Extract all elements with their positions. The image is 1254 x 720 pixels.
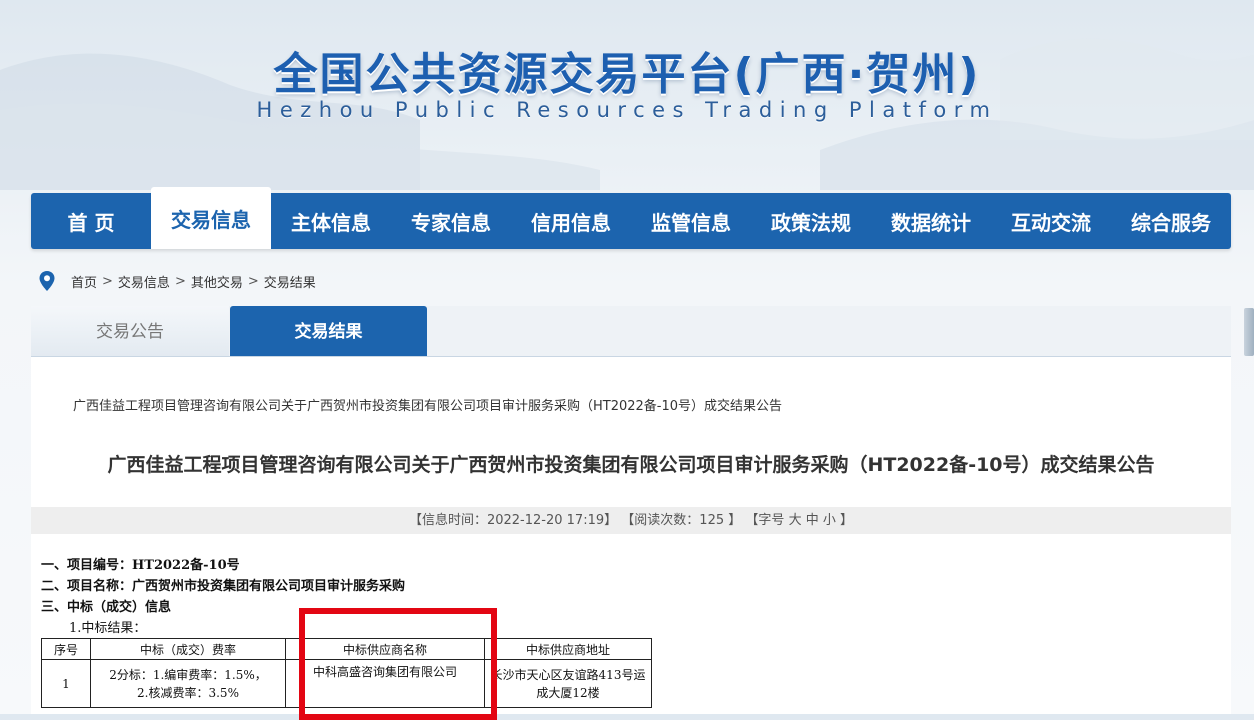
nav-services[interactable]: 综合服务 bbox=[1111, 193, 1231, 249]
breadcrumb-trade-info[interactable]: 交易信息 bbox=[118, 272, 170, 291]
info-time: 2022-12-20 17:19 bbox=[486, 513, 605, 528]
award-info-heading: 三、中标（成交）信息 bbox=[41, 600, 172, 615]
breadcrumb-home[interactable]: 首页 bbox=[71, 272, 97, 291]
nav-policy[interactable]: 政策法规 bbox=[751, 193, 871, 249]
font-size-large-link[interactable]: 大 bbox=[789, 513, 802, 528]
breadcrumb: 首页 > 交易信息 > 其他交易 > 交易结果 bbox=[37, 270, 316, 292]
rate-line-1: 2分标：1.编审费率：1.5%， bbox=[109, 667, 267, 682]
nav-trade-info[interactable]: 交易信息 bbox=[151, 187, 271, 249]
award-result-label: 1.中标结果： bbox=[69, 621, 147, 636]
table-row: 1 2分标：1.编审费率：1.5%， 2.核减费率：3.5% 中科高盛咨询集团有… bbox=[41, 659, 652, 708]
project-number-line: 一、项目编号：HT2022备-10号 bbox=[41, 558, 240, 573]
breadcrumb-separator: > bbox=[247, 273, 259, 289]
rate-line-2: 2.核减费率：3.5% bbox=[137, 685, 239, 700]
table-header-cell: 中标供应商地址 bbox=[484, 638, 652, 660]
article-small-title: 广西佳益工程项目管理咨询有限公司关于广西贺州市投资集团有限公司项目审计服务采购（… bbox=[73, 399, 783, 414]
table-header-cell: 序号 bbox=[41, 638, 91, 660]
tab-trade-announcement[interactable]: 交易公告 bbox=[31, 306, 229, 356]
breadcrumb-trade-result[interactable]: 交易结果 bbox=[264, 272, 316, 291]
location-pin-icon bbox=[39, 271, 55, 291]
nav-statistics[interactable]: 数据统计 bbox=[871, 193, 991, 249]
info-views: 125 bbox=[699, 513, 725, 528]
table-cell-address: 长沙市天心区友谊路413号运成大厦12楼 bbox=[484, 659, 652, 708]
table-cell-index: 1 bbox=[41, 659, 91, 708]
tab-trade-result[interactable]: 交易结果 bbox=[230, 306, 427, 356]
breadcrumb-separator: > bbox=[174, 273, 186, 289]
site-title: 全国公共资源交易平台(广西·贺州) bbox=[273, 49, 981, 100]
article-title: 广西佳益工程项目管理咨询有限公司关于广西贺州市投资集团有限公司项目审计服务采购（… bbox=[107, 454, 1155, 476]
info-time-label: 【信息时间： bbox=[408, 513, 487, 528]
main-nav: 首 页 交易信息 主体信息 专家信息 信用信息 监管信息 政策法规 数据统计 互… bbox=[31, 187, 1231, 249]
table-header-row: 序号 中标（成交）费率 中标供应商名称 中标供应商地址 bbox=[41, 638, 652, 660]
award-result-table: 序号 中标（成交）费率 中标供应商名称 中标供应商地址 1 2分标：1.编审费率… bbox=[41, 638, 652, 708]
nav-interaction[interactable]: 互动交流 bbox=[991, 193, 1111, 249]
nav-expert-info[interactable]: 专家信息 bbox=[391, 193, 511, 249]
site-subtitle: Hezhou Public Resources Trading Platform bbox=[256, 98, 998, 122]
article-panel: 广西佳益工程项目管理咨询有限公司关于广西贺州市投资集团有限公司项目审计服务采购（… bbox=[31, 357, 1231, 720]
nav-home[interactable]: 首 页 bbox=[31, 193, 151, 249]
article-body: 一、项目编号：HT2022备-10号 二、项目名称：广西贺州市投资集团有限公司项… bbox=[41, 555, 405, 639]
info-views-end: 】 bbox=[724, 513, 742, 528]
breadcrumb-separator: > bbox=[102, 273, 113, 289]
nav-supervision-info[interactable]: 监管信息 bbox=[631, 193, 751, 249]
table-header-cell: 中标（成交）费率 bbox=[90, 638, 286, 660]
font-size-medium-link[interactable]: 中 bbox=[806, 513, 819, 528]
article-info-bar: 【信息时间：2022-12-20 17:19】 【阅读次数：125 】 【字号 … bbox=[31, 507, 1231, 534]
breadcrumb-other-trade[interactable]: 其他交易 bbox=[191, 272, 243, 291]
info-time-end: 】 bbox=[604, 513, 618, 528]
table-cell-rate: 2分标：1.编审费率：1.5%， 2.核减费率：3.5% bbox=[90, 659, 286, 708]
font-size-label: 【字号 bbox=[745, 513, 785, 528]
font-size-end: 】 bbox=[840, 513, 854, 528]
nav-credit-info[interactable]: 信用信息 bbox=[511, 193, 631, 249]
table-cell-supplier: 中科高盛咨询集团有限公司 bbox=[285, 659, 485, 708]
side-scroll-handle[interactable] bbox=[1244, 308, 1254, 356]
table-header-cell: 中标供应商名称 bbox=[285, 638, 485, 660]
nav-entity-info[interactable]: 主体信息 bbox=[271, 193, 391, 249]
info-views-label: 【阅读次数： bbox=[621, 513, 700, 528]
font-size-small-link[interactable]: 小 bbox=[823, 513, 836, 528]
tab-bar: 交易公告 交易结果 bbox=[31, 306, 1231, 357]
project-name-line: 二、项目名称：广西贺州市投资集团有限公司项目审计服务采购 bbox=[41, 579, 406, 594]
